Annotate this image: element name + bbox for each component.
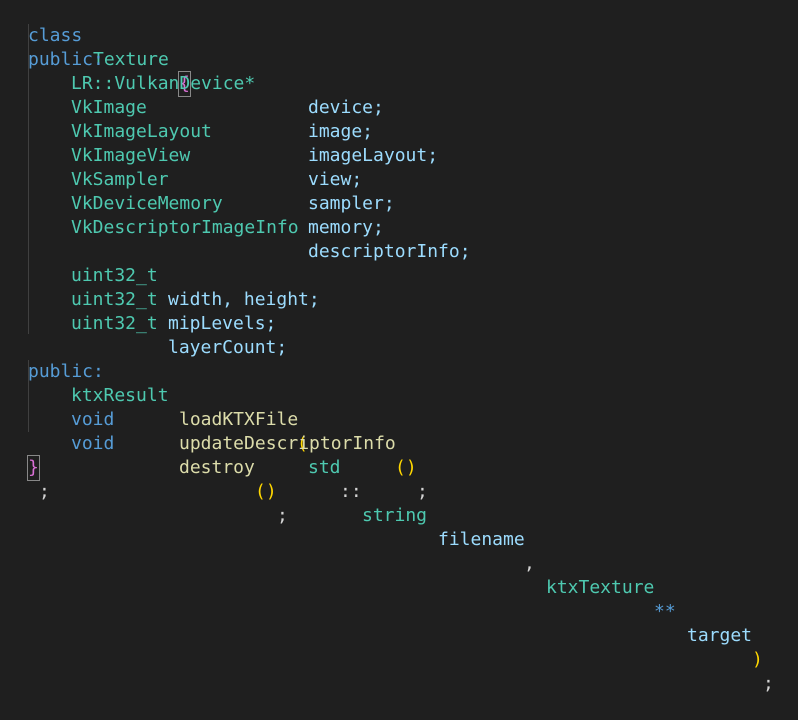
member-type: uint32_t [71, 265, 158, 286]
member-name: device; [308, 97, 384, 118]
code-line-method-destroy[interactable]: void destroy () ; [0, 408, 288, 526]
code-line-method-load[interactable]: ktxResult loadKTXFile ( std :: string fi… [0, 360, 774, 694]
code-line-class-end[interactable]: } ; [0, 432, 50, 502]
member-type: uint32_t [71, 313, 158, 334]
paren: ) [752, 649, 763, 670]
code-editor[interactable]: class Texture { public: LR::VulkanDevice… [0, 0, 798, 694]
member-name: descriptorInfo; [308, 241, 471, 262]
code-line-public[interactable]: public: [0, 336, 104, 382]
param-type: ktxTexture [546, 577, 655, 598]
code-line-method-update[interactable]: void updateDescriptorInfo () ; [0, 384, 428, 502]
scope-operator: :: [340, 481, 362, 502]
code-line-member[interactable]: VkDescriptorImageInfo descriptorInfo; [0, 192, 471, 262]
semicolon: ; [39, 481, 50, 502]
code-line-member[interactable]: uint32_t width, height; [0, 240, 320, 310]
code-line-member[interactable]: VkImage image; [0, 72, 373, 142]
param-type: string [362, 505, 428, 526]
member-name: layerCount; [168, 337, 288, 358]
semicolon: ; [417, 481, 428, 502]
semicolon: ; [763, 673, 774, 694]
pointer-operator: ** [654, 601, 676, 622]
param-name: target [687, 625, 753, 646]
semicolon: ; [277, 505, 288, 526]
code-line-member[interactable]: VkSampler sampler; [0, 144, 395, 214]
comma: , [524, 553, 535, 574]
method-name: updateDescriptorInfo [179, 433, 396, 454]
member-name: view; [308, 169, 363, 190]
member-type: VkDescriptorImageInfo [71, 217, 299, 238]
code-line-member[interactable]: LR::VulkanDevice* device; [0, 48, 384, 118]
code-line-member[interactable]: VkImageView view; [0, 120, 362, 190]
member-name: imageLayout; [308, 145, 439, 166]
class-name: Texture [93, 49, 169, 70]
member-type: VkImage [71, 97, 147, 118]
return-type: void [71, 409, 115, 430]
paren: () [255, 481, 277, 502]
return-type: void [71, 433, 115, 454]
close-brace: } [27, 455, 40, 481]
member-type: LR::VulkanDevice* [71, 73, 256, 94]
member-name: mipLevels; [168, 313, 277, 334]
code-line-class-decl[interactable]: class Texture { [0, 0, 191, 97]
method-name: destroy [179, 457, 255, 478]
namespace: std [308, 457, 341, 478]
code-line-public[interactable]: public: [0, 24, 104, 70]
member-name: sampler; [308, 193, 395, 214]
member-type: VkImageView [71, 145, 191, 166]
member-type: VkImageLayout [71, 121, 212, 142]
member-name: image; [308, 121, 374, 142]
code-line-member[interactable]: uint32_t mipLevels; [0, 264, 276, 334]
method-name: loadKTXFile [179, 409, 299, 430]
member-type: uint32_t [71, 289, 158, 310]
member-name: width, height; [168, 289, 320, 310]
param-name: filename [438, 529, 525, 550]
code-line-member[interactable]: VkDeviceMemory memory; [0, 168, 384, 238]
code-line-member[interactable]: VkImageLayout imageLayout; [0, 96, 438, 166]
return-type: ktxResult [71, 385, 169, 406]
member-type: VkSampler [71, 169, 169, 190]
code-line-member[interactable]: uint32_t layerCount; [0, 288, 287, 358]
paren: () [395, 457, 417, 478]
member-name: memory; [308, 217, 384, 238]
member-type: VkDeviceMemory [71, 193, 223, 214]
